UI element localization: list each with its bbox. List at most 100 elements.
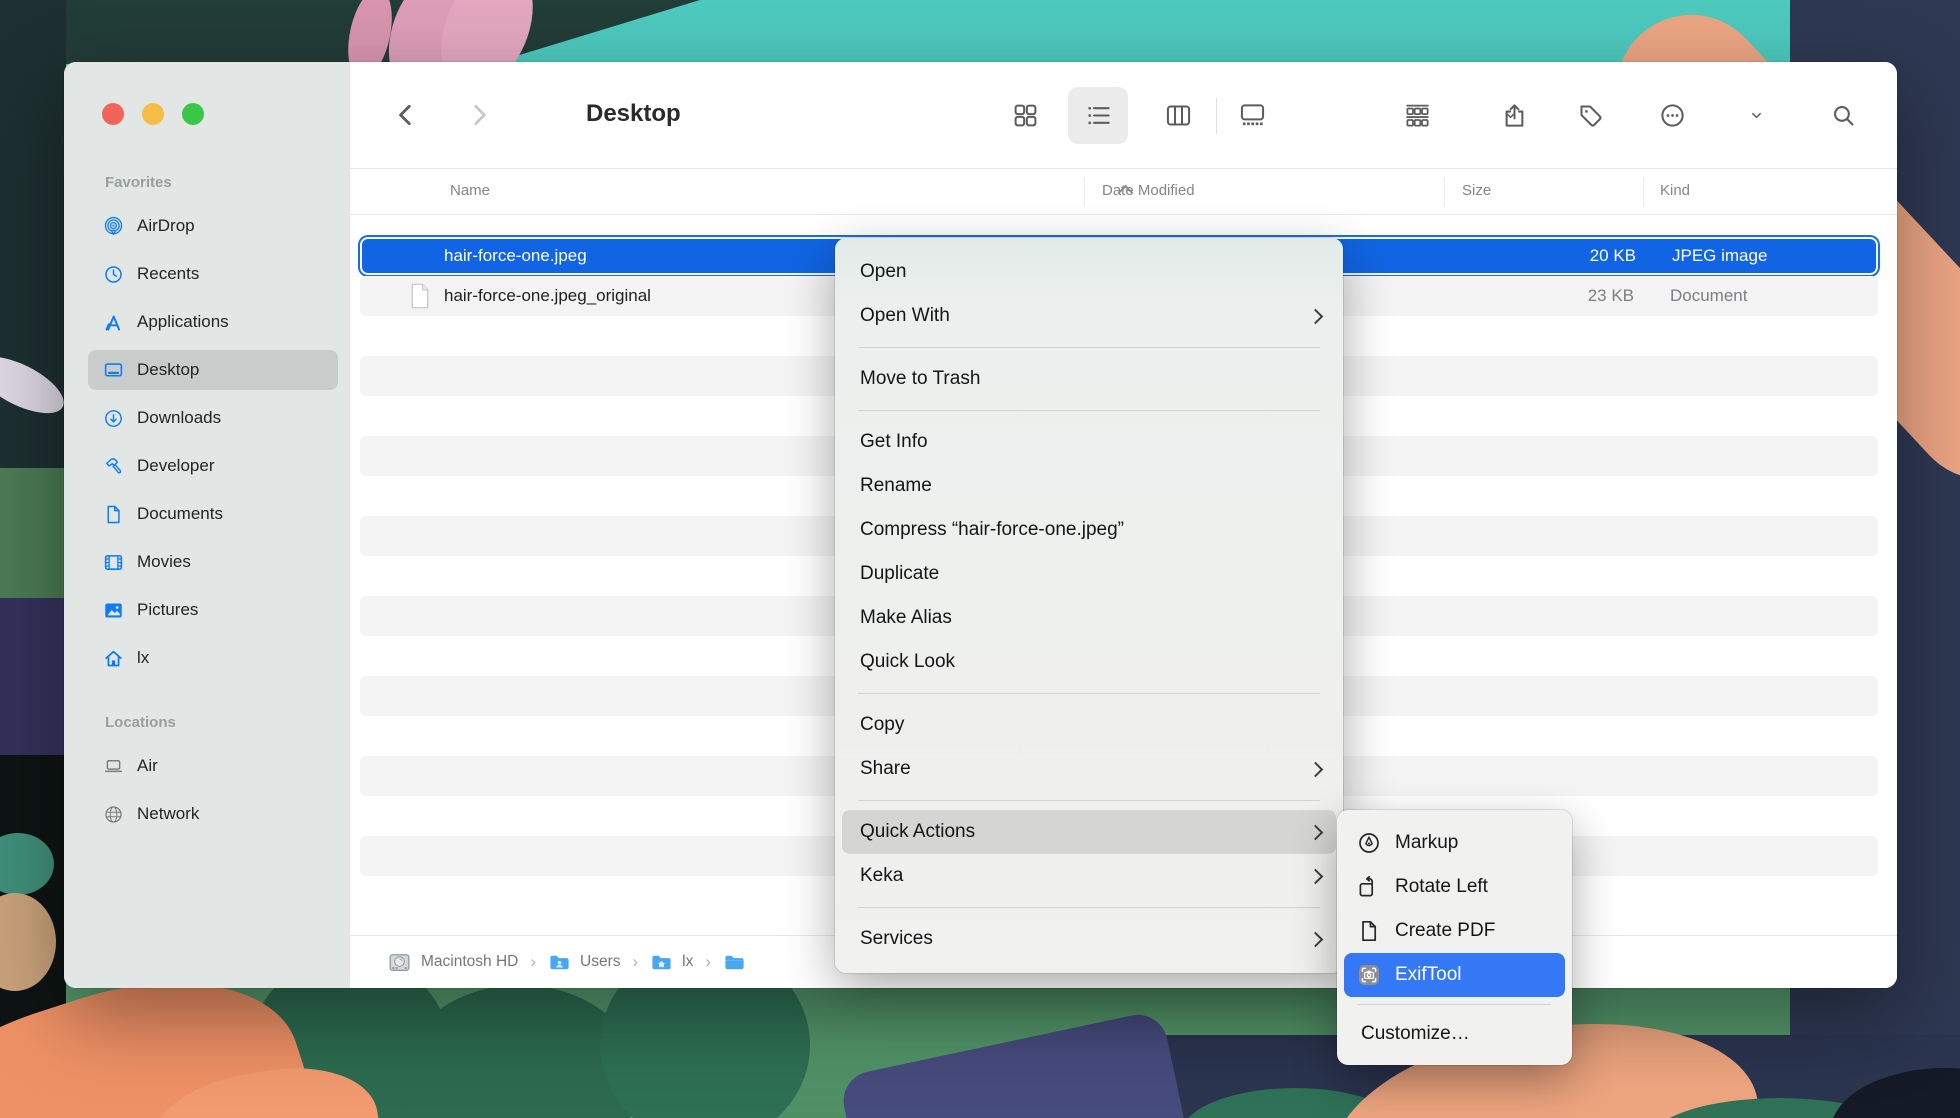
columns-view-icon (1165, 102, 1192, 129)
menu-item-quick-look[interactable]: Quick Look (835, 640, 1343, 684)
sidebar-item-movies[interactable]: Movies (88, 542, 338, 582)
sidebar-item-label: Recents (137, 264, 199, 284)
globe-icon (101, 804, 125, 825)
submenu-item-label: Rotate Left (1395, 876, 1488, 898)
tag-button[interactable] (1566, 91, 1614, 139)
ellipsis-circle-button[interactable] (1648, 91, 1696, 139)
submenu-item-exiftool[interactable]: ExifTool (1344, 953, 1565, 997)
column-divider[interactable] (1084, 177, 1085, 207)
create-pdf-icon (1355, 919, 1382, 943)
sidebar-item-label: Movies (137, 552, 191, 572)
airdrop-icon (101, 216, 125, 237)
chevron-left-icon (393, 102, 419, 128)
path-segment-users[interactable]: Users (548, 951, 620, 974)
sidebar-item-desktop[interactable]: Desktop (88, 350, 338, 390)
chevron-down-icon[interactable] (1706, 91, 1764, 139)
menu-item-move-to-trash[interactable]: Move to Trash (835, 357, 1343, 401)
path-segment-label: lx (682, 953, 693, 971)
menu-item-copy[interactable]: Copy (835, 703, 1343, 747)
sidebar-item-label: Network (137, 804, 199, 824)
gallery-view-button[interactable] (1228, 91, 1276, 139)
column-header-name[interactable]: Name (450, 182, 490, 199)
sidebar: Favorites AirDrop Recents Applications Deskt… (64, 62, 350, 988)
submenu-item-markup[interactable]: Markup (1344, 821, 1565, 865)
submenu-arrow-icon (1308, 761, 1324, 777)
minimize-button[interactable] (142, 103, 164, 125)
sidebar-item-air[interactable]: Air (88, 746, 338, 786)
file-size: 20 KB (1466, 239, 1636, 273)
menu-item-get-info[interactable]: Get Info (835, 420, 1343, 464)
submenu-item-label: Markup (1395, 832, 1458, 854)
list-view-button[interactable] (1074, 91, 1122, 139)
group-by-button[interactable] (1393, 91, 1441, 139)
submenu-item-customize[interactable]: Customize… (1344, 1012, 1565, 1056)
sidebar-section-label: Locations (105, 714, 176, 731)
path-separator: › (633, 952, 639, 972)
submenu-item-rotate-left[interactable]: Rotate Left (1344, 865, 1565, 909)
rotate-left-icon (1355, 875, 1382, 899)
folder-users-icon (548, 951, 571, 974)
clock-icon (101, 264, 125, 285)
list-view-icon (1085, 102, 1112, 129)
sidebar-item-label: Developer (137, 456, 215, 476)
menu-item-open[interactable]: Open (835, 250, 1343, 294)
submenu-arrow-icon (1308, 824, 1324, 840)
path-segment-macintosh-hd[interactable]: Macintosh HD (387, 950, 518, 975)
sidebar-item-downloads[interactable]: Downloads (88, 398, 338, 438)
sidebar-item-applications[interactable]: Applications (88, 302, 338, 342)
path-segment[interactable] (723, 951, 746, 974)
menu-item-label: Compress “hair-force-one.jpeg” (860, 519, 1124, 541)
menu-item-rename[interactable]: Rename (835, 464, 1343, 508)
menu-item-label: Quick Actions (860, 821, 975, 843)
gallery-view-icon (1239, 102, 1266, 129)
sidebar-item-label: Pictures (137, 600, 198, 620)
zoom-button[interactable] (182, 103, 204, 125)
share-icon (1501, 102, 1528, 129)
back-button[interactable] (382, 91, 430, 139)
menu-item-compress-hair-force-one-jpeg[interactable]: Compress “hair-force-one.jpeg” (835, 508, 1343, 552)
close-button[interactable] (102, 103, 124, 125)
menu-separator (835, 898, 1343, 917)
forward-button[interactable] (455, 91, 503, 139)
menu-item-keka[interactable]: Keka (835, 854, 1343, 898)
menu-item-duplicate[interactable]: Duplicate (835, 552, 1343, 596)
group-by-icon (1404, 102, 1431, 129)
menu-separator (835, 401, 1343, 420)
sidebar-item-lx[interactable]: lx (88, 638, 338, 678)
menu-item-label: Quick Look (860, 651, 955, 673)
submenu-item-create-pdf[interactable]: Create PDF (1344, 909, 1565, 953)
path-separator: › (705, 952, 711, 972)
columns-view-button[interactable] (1154, 91, 1202, 139)
search-icon (1831, 103, 1856, 128)
sidebar-item-recents[interactable]: Recents (88, 254, 338, 294)
share-button[interactable] (1490, 91, 1538, 139)
sidebar-item-pictures[interactable]: Pictures (88, 590, 338, 630)
sidebar-item-network[interactable]: Network (88, 794, 338, 834)
file-kind: Document (1670, 276, 1747, 316)
column-header-kind[interactable]: Kind (1660, 182, 1690, 199)
column-header-size[interactable]: Size (1462, 182, 1491, 199)
path-segment-lx[interactable]: lx (650, 951, 693, 974)
menu-item-make-alias[interactable]: Make Alias (835, 596, 1343, 640)
column-divider[interactable] (1444, 177, 1445, 207)
column-header-date-modified[interactable]: Date Modified (1102, 182, 1195, 199)
menu-item-quick-actions[interactable]: Quick Actions (842, 810, 1336, 854)
menu-item-open-with[interactable]: Open With (835, 294, 1343, 338)
column-divider[interactable] (1643, 177, 1644, 207)
sidebar-item-developer[interactable]: Developer (88, 446, 338, 486)
menu-item-label: Rename (860, 475, 932, 497)
chevron-down-icon (1749, 108, 1764, 123)
sidebar-item-airdrop[interactable]: AirDrop (88, 206, 338, 246)
grid-view-button[interactable] (1001, 91, 1049, 139)
menu-item-share[interactable]: Share (835, 747, 1343, 791)
sidebar-section-label: Favorites (105, 174, 172, 191)
sidebar-item-documents[interactable]: Documents (88, 494, 338, 534)
file-name: hair-force-one.jpeg_original (444, 276, 651, 316)
menu-item-label: Duplicate (860, 563, 939, 585)
menu-item-services[interactable]: Services (835, 917, 1343, 961)
chevron-right-icon (466, 102, 492, 128)
search-button[interactable] (1819, 91, 1867, 139)
menu-item-label: Move to Trash (860, 368, 980, 390)
home-icon (101, 648, 125, 669)
hammer-icon (101, 456, 125, 477)
